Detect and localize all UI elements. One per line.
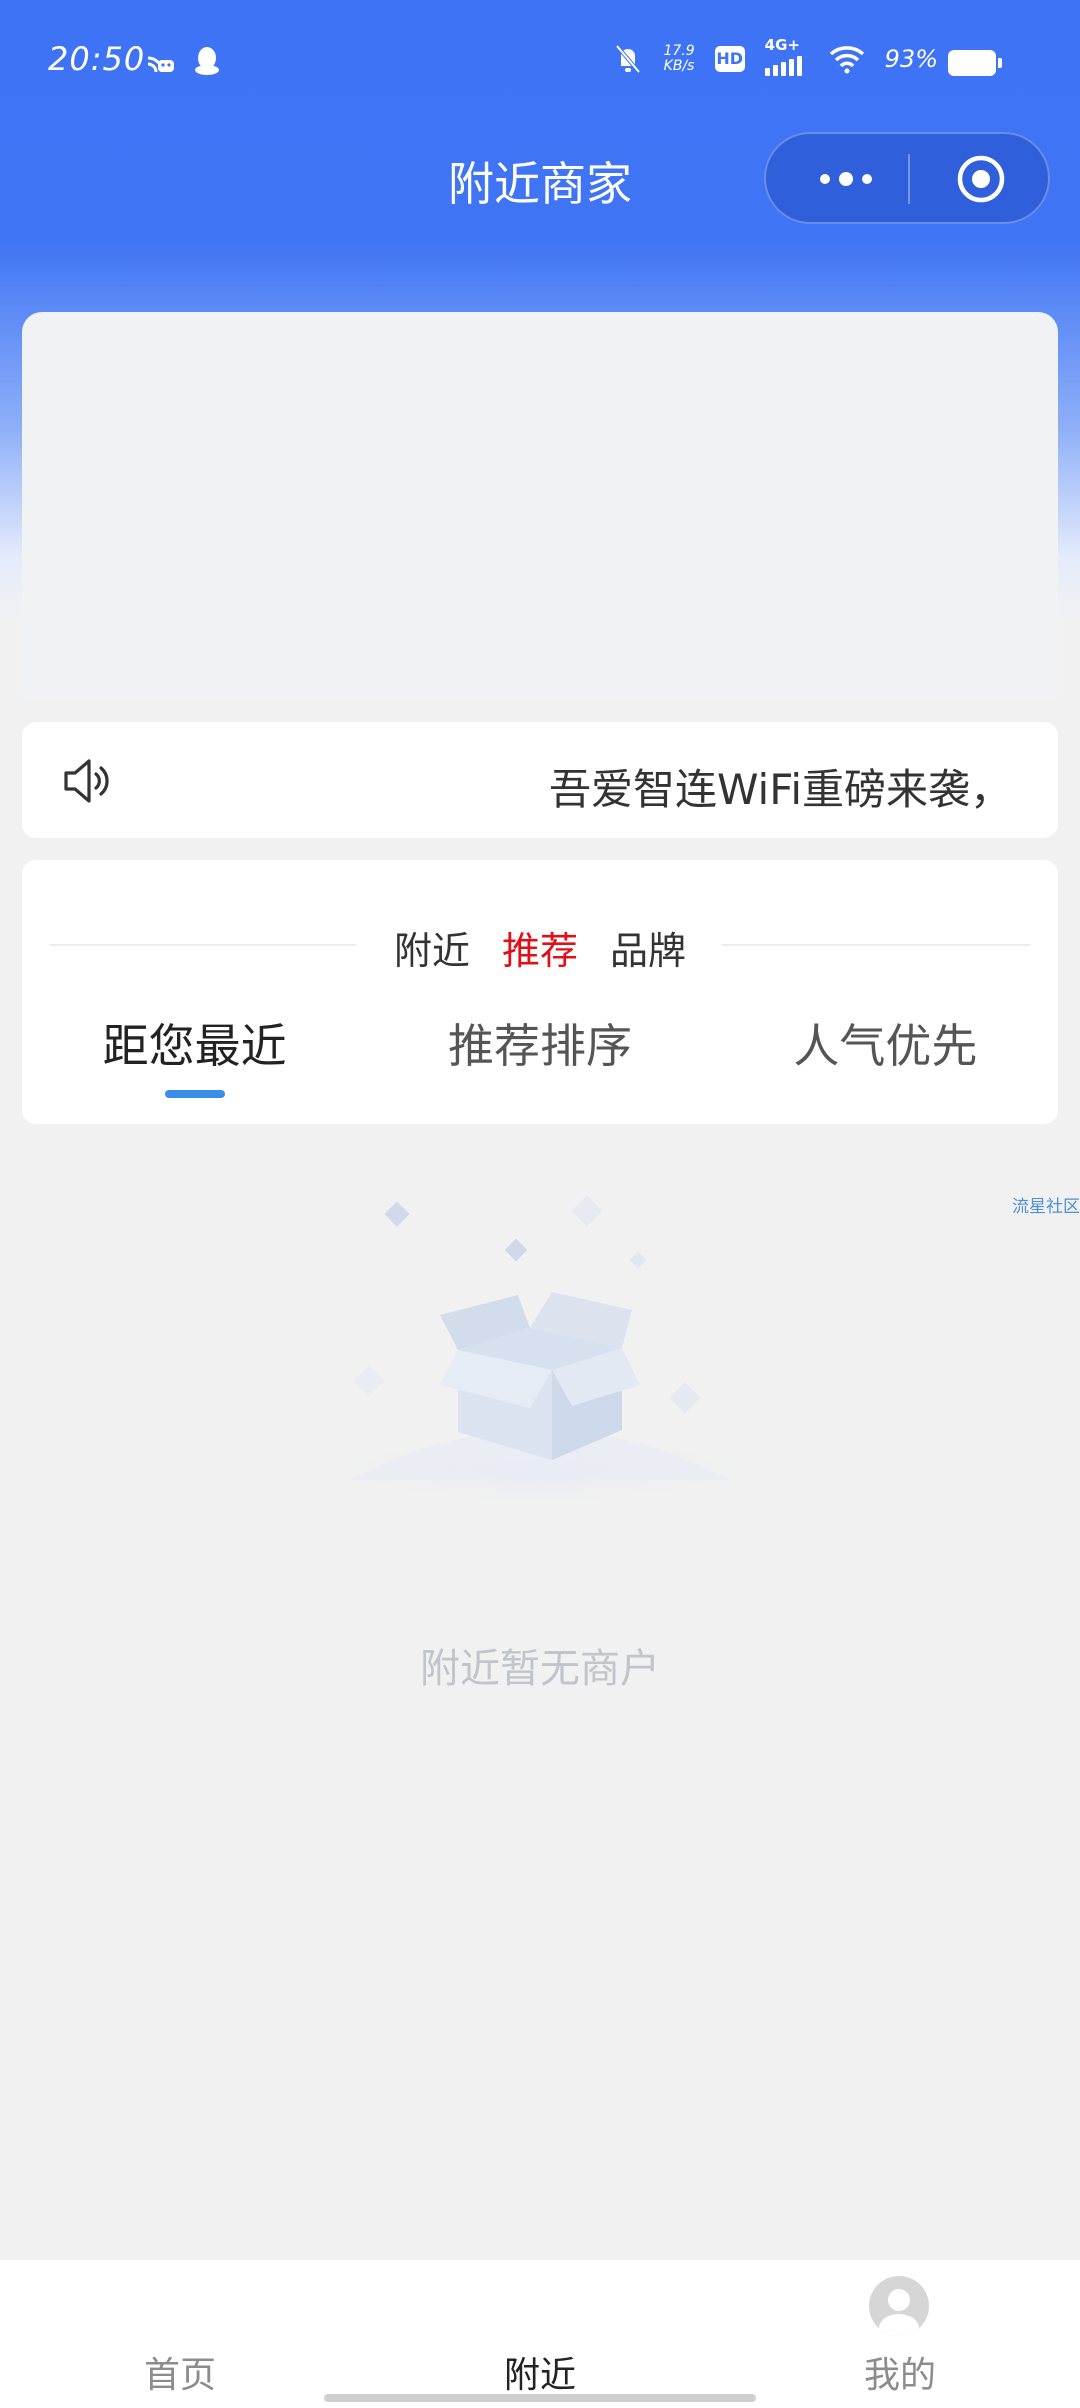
capsule-divider <box>908 154 910 204</box>
mute-bell-icon <box>615 44 642 74</box>
subtab-nearby[interactable]: 附近 <box>390 920 474 975</box>
banner-placeholder[interactable] <box>22 312 1058 698</box>
network-type: 4G+ <box>764 36 800 54</box>
category-subtabs: 附近 推荐 品牌 <box>22 920 1058 975</box>
sort-tab-popular[interactable]: 人气优先 <box>713 1010 1058 1076</box>
sort-tab-recommended[interactable]: 推荐排序 <box>367 1010 712 1076</box>
status-time: 20:50 <box>48 40 146 78</box>
cellular-signal-icon: 4G+ <box>764 36 809 76</box>
hd-badge: HD <box>714 46 745 72</box>
filter-card: 附近 推荐 品牌 距您最近 推荐排序 人气优先 <box>22 860 1058 1124</box>
notice-bar[interactable]: 吾爱智连WiFi重磅来袭， <box>22 722 1058 838</box>
more-dots-icon[interactable] <box>806 154 886 204</box>
qq-penguin-icon <box>195 47 219 75</box>
tab-mine[interactable]: 我的 <box>800 2346 1000 2398</box>
empty-box-illustration <box>310 1195 770 1500</box>
home-indicator <box>324 2394 756 2402</box>
sort-tab-nearest[interactable]: 距您最近 <box>22 1010 367 1076</box>
speaker-icon <box>64 759 109 803</box>
target-close-icon[interactable] <box>956 154 1006 204</box>
bottom-tab-bar: 首页 附近 我的 <box>0 2260 1080 2408</box>
net-speed-unit: KB/s <box>663 58 695 74</box>
net-speed: 17.9 KB/s <box>663 44 694 74</box>
sort-tabs: 距您最近 推荐排序 人气优先 <box>22 1010 1058 1076</box>
notice-text: 吾爱智连WiFi重磅来袭， <box>548 765 1012 814</box>
empty-state-text: 附近暂无商户 <box>420 1646 660 1692</box>
net-speed-value: 17.9 <box>663 43 695 59</box>
miniprogram-capsule <box>764 132 1050 224</box>
status-notification-icons <box>144 44 222 78</box>
status-bar: 20:50 17.9 KB/s HD 4G+ 93% <box>0 0 1080 120</box>
tab-nearby[interactable]: 附近 <box>440 2346 640 2398</box>
subtab-brand[interactable]: 品牌 <box>606 920 690 975</box>
wifi-icon <box>829 46 864 74</box>
subtab-recommend[interactable]: 推荐 <box>498 920 582 975</box>
watermark-text: 流星社区 <box>1012 1197 1080 1217</box>
status-system-icons: 17.9 KB/s HD 4G+ 93% <box>613 36 938 76</box>
android-cast-icon <box>147 56 174 73</box>
sort-tab-indicator <box>165 1090 225 1098</box>
tab-home[interactable]: 首页 <box>80 2346 280 2398</box>
avatar-icon[interactable] <box>869 2276 929 2336</box>
battery-percent: 93% <box>884 45 938 73</box>
person-silhouette-icon <box>879 2289 919 2336</box>
battery-icon <box>948 50 1002 76</box>
